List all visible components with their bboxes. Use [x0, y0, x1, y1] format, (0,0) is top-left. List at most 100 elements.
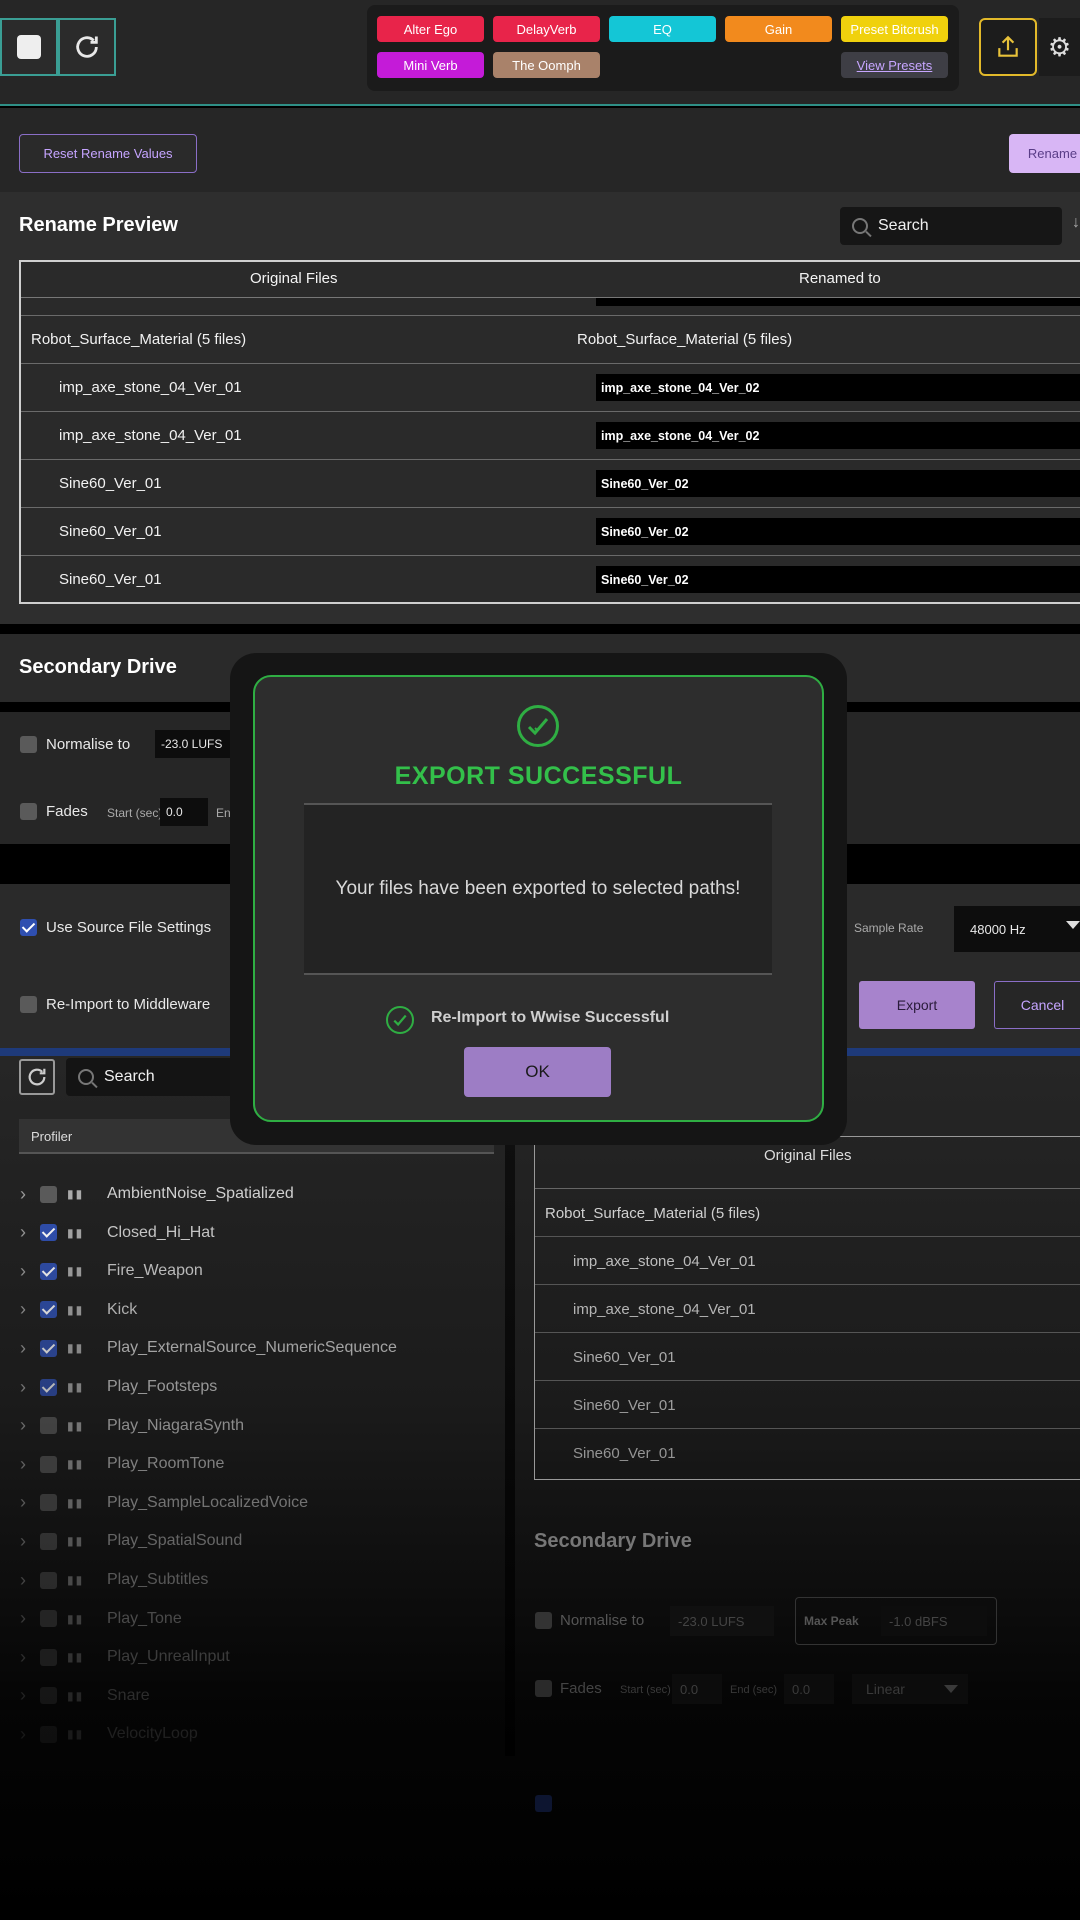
table-row-group[interactable]: Robot_Surface_Material (5 files) [535, 1189, 1080, 1237]
lower-fades-checkbox[interactable] [535, 1680, 552, 1697]
renamed-field[interactable]: imp_axe_stone_04_Ver_02 [596, 422, 1080, 449]
event-checkbox[interactable] [40, 1725, 57, 1743]
chevron-right-icon[interactable]: › [20, 1570, 30, 1591]
chevron-right-icon[interactable]: › [20, 1685, 30, 1706]
reset-rename-button[interactable]: Reset Rename Values [19, 134, 197, 173]
preset-chip[interactable]: DelayVerb [493, 16, 600, 42]
reimport-checkbox[interactable] [20, 996, 37, 1013]
renamed-field[interactable]: imp_axe_stone_04_Ver_02 [596, 374, 1080, 401]
table-row[interactable]: Sine60_Ver_01 Sine60_Ver_02 [21, 556, 1080, 602]
lower-normalise-field[interactable]: -23.0 LUFS [670, 1606, 774, 1636]
table-row[interactable]: Sine60_Ver_01 Sine60_Ver_02 [21, 460, 1080, 508]
rename-button[interactable]: Rename [1009, 134, 1080, 173]
chevron-right-icon[interactable]: › [20, 1647, 30, 1668]
event-checkbox[interactable] [40, 1648, 57, 1666]
event-item[interactable]: › ▮▮ Play_RoomTone [20, 1449, 224, 1479]
normalise-checkbox[interactable] [20, 736, 37, 753]
use-source-settings-checkbox[interactable] [20, 919, 37, 936]
event-item[interactable]: › ▮▮ Play_SampleLocalizedVoice [20, 1488, 308, 1518]
table-row[interactable]: imp_axe_stone_04_Ver_01 imp_axe_stone_04… [21, 364, 1080, 412]
chevron-right-icon[interactable]: › [20, 1608, 30, 1629]
chevron-right-icon[interactable]: › [20, 1531, 30, 1552]
panel-splitter[interactable] [505, 1056, 515, 1756]
lower-use-source-checkbox[interactable] [535, 1795, 552, 1812]
event-checkbox[interactable] [40, 1185, 57, 1203]
view-presets-link[interactable]: View Presets [841, 52, 948, 78]
renamed-field[interactable]: Sine60_Ver_02 [596, 518, 1080, 545]
stop-button[interactable] [0, 18, 58, 76]
event-checkbox[interactable] [40, 1532, 57, 1550]
sample-rate-select[interactable]: 48000 Hz [954, 906, 1080, 952]
rename-search-input[interactable]: Search [840, 207, 1062, 245]
table-row[interactable]: imp_axe_stone_04_Ver_01 imp_axe_stone_04… [21, 412, 1080, 460]
table-row[interactable]: Sine60_Ver_01 [535, 1381, 1080, 1429]
export-share-button[interactable] [979, 18, 1037, 76]
preset-chip[interactable]: EQ [609, 16, 716, 42]
event-checkbox[interactable] [40, 1610, 57, 1628]
event-item[interactable]: › ▮▮ Play_Footsteps [20, 1372, 217, 1402]
event-item[interactable]: › ▮▮ VelocityLoop [20, 1719, 198, 1749]
table-row[interactable]: Sine60_Ver_01 Sine60_Ver_02 [21, 508, 1080, 556]
chevron-right-icon[interactable]: › [20, 1724, 30, 1745]
event-item[interactable]: › ▮▮ Closed_Hi_Hat [20, 1218, 215, 1248]
chevron-right-icon[interactable]: › [20, 1377, 30, 1398]
lower-normalise-checkbox[interactable] [535, 1612, 552, 1629]
event-item[interactable]: › ▮▮ Play_Subtitles [20, 1565, 208, 1595]
ok-button[interactable]: OK [464, 1047, 611, 1097]
event-item[interactable]: › ▮▮ Fire_Weapon [20, 1256, 203, 1286]
event-checkbox[interactable] [40, 1224, 57, 1242]
cancel-button[interactable]: Cancel [994, 981, 1080, 1029]
chevron-right-icon[interactable]: › [20, 1338, 30, 1359]
renamed-field[interactable]: Sine60_Ver_02 [596, 470, 1080, 497]
lower-start-field[interactable]: 0.0 [672, 1674, 722, 1704]
lower-fade-curve-select[interactable]: Linear [852, 1674, 968, 1704]
table-row[interactable]: Sine60_Ver_01 [535, 1333, 1080, 1381]
event-item[interactable]: › ▮▮ Snare [20, 1681, 150, 1711]
chevron-right-icon[interactable]: › [20, 1454, 30, 1475]
event-checkbox[interactable] [40, 1301, 57, 1319]
chevron-right-icon[interactable]: › [20, 1222, 30, 1243]
event-checkbox[interactable] [40, 1455, 57, 1473]
normalise-value-field[interactable]: -23.0 LUFS [155, 730, 235, 758]
chevron-right-icon[interactable]: › [20, 1492, 30, 1513]
event-checkbox[interactable] [40, 1571, 57, 1589]
lower-end-field[interactable]: 0.0 [784, 1674, 834, 1704]
chevron-right-icon[interactable]: › [20, 1415, 30, 1436]
renamed-field[interactable]: Sine60_Ver_02 [596, 566, 1080, 593]
event-checkbox[interactable] [40, 1494, 57, 1512]
preset-chip[interactable]: Preset Bitcrush [841, 16, 948, 42]
event-checkbox[interactable] [40, 1262, 57, 1280]
table-row[interactable]: Sine60_Ver_01 [535, 1429, 1080, 1477]
event-item[interactable]: › ▮▮ AmbientNoise_Spatialized [20, 1179, 294, 1209]
bottom-search-input[interactable]: Search [66, 1058, 236, 1096]
table-row-group[interactable]: Robot_Surface_Material (5 files) Robot_S… [21, 316, 1080, 364]
chevron-right-icon[interactable]: › [20, 1261, 30, 1282]
event-checkbox[interactable] [40, 1417, 57, 1435]
start-sec-field[interactable]: 0.0 [160, 798, 208, 826]
preset-chip[interactable]: The Oomph [493, 52, 600, 78]
table-row[interactable]: imp_axe_stone_04_Ver_01 [535, 1285, 1080, 1333]
event-checkbox[interactable] [40, 1339, 57, 1357]
chevron-right-icon[interactable]: › [20, 1299, 30, 1320]
max-peak-field[interactable]: -1.0 dBFS [881, 1606, 987, 1636]
preset-chip[interactable]: Gain [725, 16, 832, 42]
event-item[interactable]: › ▮▮ Play_ExternalSource_NumericSequence [20, 1333, 397, 1363]
fades-checkbox[interactable] [20, 803, 37, 820]
export-button[interactable]: Export [859, 981, 975, 1029]
event-item[interactable]: › ▮▮ Play_NiagaraSynth [20, 1411, 244, 1441]
preset-chip[interactable]: Alter Ego [377, 16, 484, 42]
event-item[interactable]: › ▮▮ Kick [20, 1295, 137, 1325]
event-checkbox[interactable] [40, 1378, 57, 1396]
table-row[interactable]: imp_axe_stone_04_Ver_01 [535, 1237, 1080, 1285]
event-checkbox[interactable] [40, 1687, 57, 1705]
col-original-files: Original Files [250, 270, 338, 287]
event-item[interactable]: › ▮▮ Play_UnrealInput [20, 1642, 230, 1672]
refresh-button[interactable] [58, 18, 116, 76]
event-item[interactable]: › ▮▮ Play_SpatialSound [20, 1526, 242, 1556]
bottom-refresh-button[interactable] [19, 1059, 55, 1095]
chevron-right-icon[interactable]: › [20, 1184, 30, 1205]
event-item[interactable]: › ▮▮ Play_Tone [20, 1604, 182, 1634]
preset-chip[interactable]: Mini Verb [377, 52, 484, 78]
settings-button[interactable]: ⚙ [1039, 18, 1080, 76]
sort-icon[interactable]: ↓ [1072, 214, 1080, 238]
